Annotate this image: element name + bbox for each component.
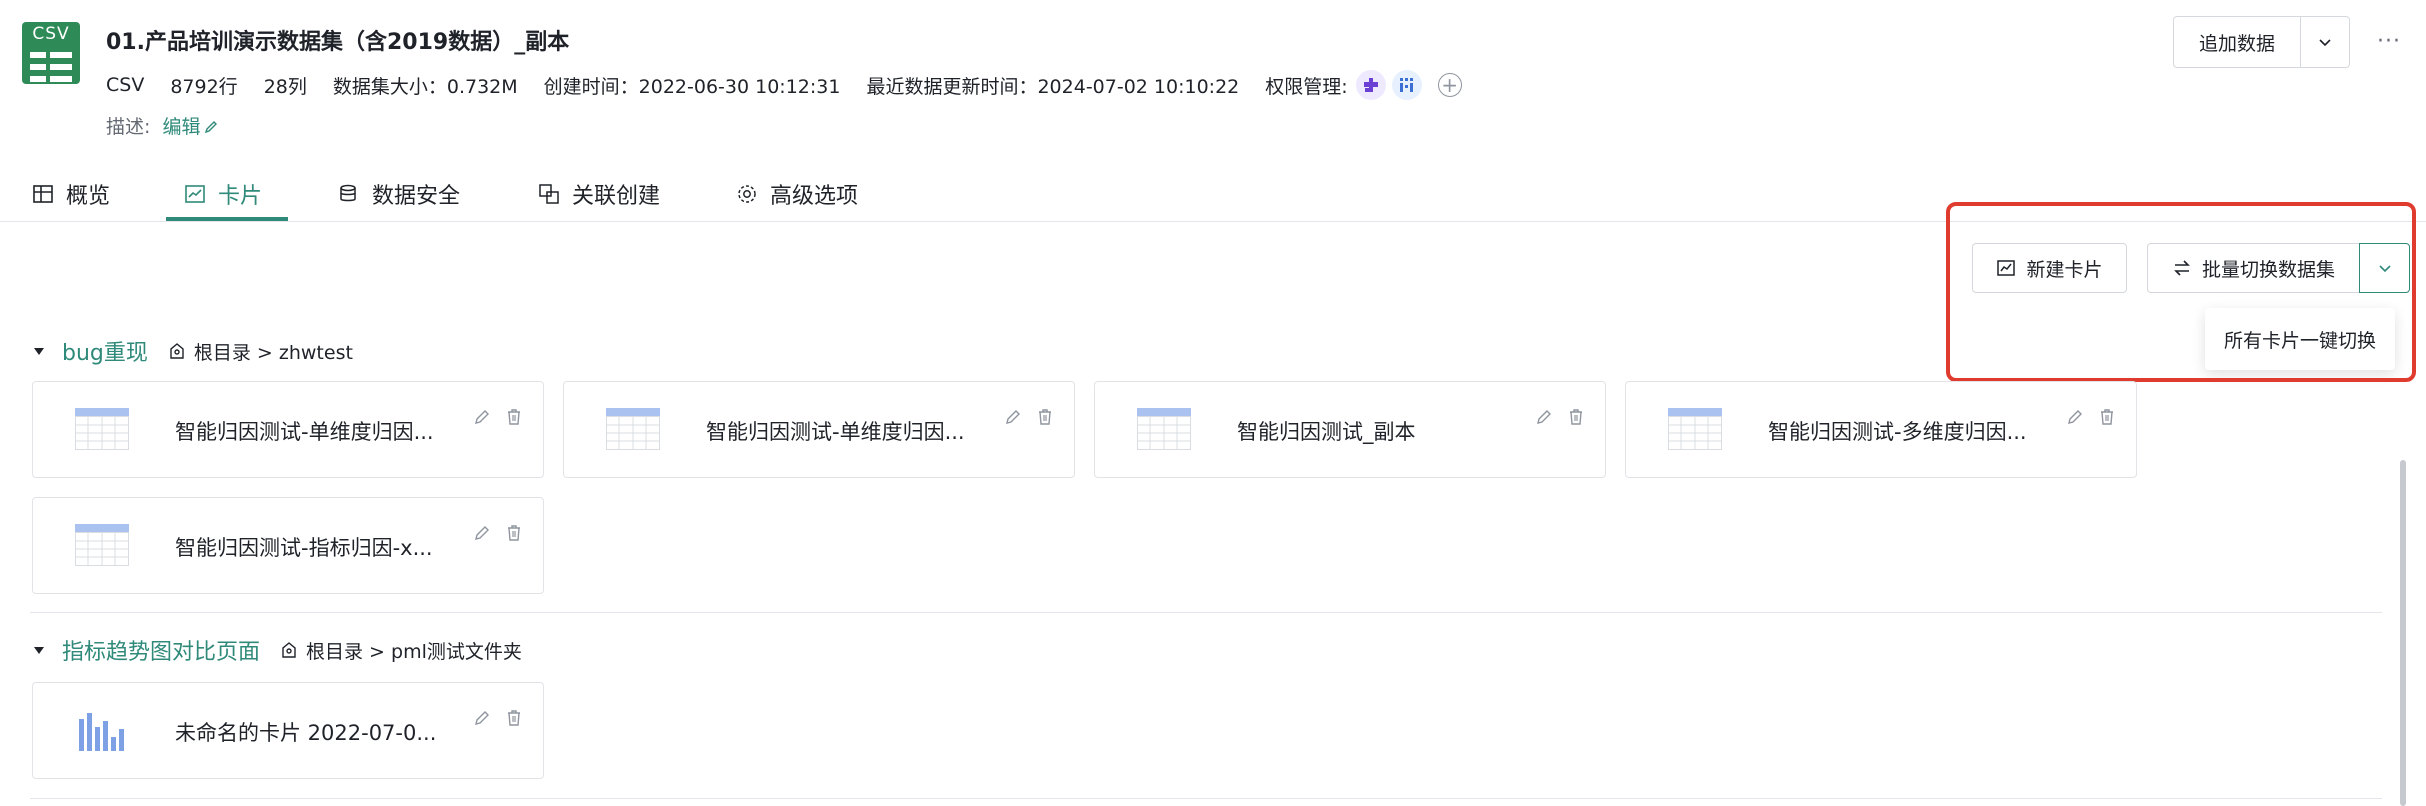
trash-icon[interactable] bbox=[1036, 408, 1054, 426]
append-data-dropdown-button[interactable] bbox=[2300, 16, 2350, 68]
table-icon bbox=[33, 185, 53, 203]
table-thumbnail-icon bbox=[1668, 408, 1722, 450]
card-name: 智能归因测试_副本 bbox=[1237, 420, 1416, 444]
add-permission-icon[interactable]: + bbox=[1437, 73, 1462, 97]
folder-icon bbox=[282, 642, 296, 658]
folder-icon bbox=[170, 343, 184, 359]
group-name[interactable]: bug重现 bbox=[62, 335, 148, 367]
link-icon bbox=[539, 184, 559, 204]
trash-icon[interactable] bbox=[505, 524, 523, 542]
card-item[interactable]: 智能归因测试-单维度归因... bbox=[563, 381, 1075, 478]
chevron-down-icon bbox=[2319, 39, 2331, 47]
permission-label: 权限管理: bbox=[1265, 75, 1348, 98]
group-path: 根目录 > pml测试文件夹 bbox=[280, 637, 522, 664]
edit-icon[interactable] bbox=[1004, 408, 1022, 426]
card-name: 智能归因测试-单维度归因... bbox=[175, 420, 434, 444]
group-divider bbox=[30, 612, 2382, 613]
trash-icon[interactable] bbox=[2098, 408, 2116, 426]
description-edit-link[interactable]: 编辑 bbox=[162, 116, 219, 138]
dataset-meta: CSV 8792行 28列 数据集大小：0.732M 创建时间：2022-06-… bbox=[106, 70, 1462, 100]
table-thumbnail-icon bbox=[75, 408, 129, 450]
tab-advanced[interactable]: 高级选项 bbox=[736, 166, 858, 222]
dataset-updated: 最近数据更新时间：2024-07-02 10:10:22 bbox=[866, 75, 1240, 98]
table-thumbnail-icon bbox=[1137, 408, 1191, 450]
card-item[interactable]: 智能归因测试-多维度归因... bbox=[1625, 381, 2137, 478]
more-options-button[interactable]: ··· bbox=[2374, 26, 2404, 56]
card-name: 未命名的卡片 2022-07-0... bbox=[175, 721, 437, 745]
permission-app-icon-2[interactable] bbox=[1391, 70, 1422, 100]
edit-icon[interactable] bbox=[473, 709, 491, 727]
vertical-scrollbar[interactable] bbox=[2400, 460, 2406, 806]
csv-file-icon: CSV bbox=[22, 22, 80, 84]
active-tab-indicator bbox=[166, 217, 288, 221]
pencil-icon bbox=[205, 121, 218, 134]
card-name: 智能归因测试-单维度归因... bbox=[706, 420, 965, 444]
description-row: 描述: 编辑 bbox=[106, 112, 219, 139]
tab-linked-create[interactable]: 关联创建 bbox=[538, 166, 660, 222]
edit-icon[interactable] bbox=[1535, 408, 1553, 426]
permission-app-icon-1[interactable] bbox=[1355, 70, 1386, 100]
group-divider bbox=[30, 798, 2382, 799]
card-item[interactable]: 智能归因测试-指标归因-x... bbox=[32, 497, 544, 594]
dataset-type: CSV bbox=[106, 74, 145, 96]
table-thumbnail-icon bbox=[75, 524, 129, 566]
dataset-rows: 8792行 bbox=[170, 75, 238, 98]
card-name: 智能归因测试-指标归因-x... bbox=[175, 536, 433, 560]
card-item[interactable]: 智能归因测试-单维度归因... bbox=[32, 381, 544, 478]
database-shield-icon bbox=[340, 184, 356, 202]
tab-data-security[interactable]: 数据安全 bbox=[338, 166, 460, 222]
edit-icon[interactable] bbox=[473, 408, 491, 426]
edit-icon[interactable] bbox=[473, 524, 491, 542]
dataset-cols: 28列 bbox=[263, 75, 307, 98]
dataset-created: 创建时间：2022-06-30 10:12:31 bbox=[543, 75, 841, 98]
caret-down-icon[interactable] bbox=[34, 347, 44, 355]
group-header[interactable]: 指标趋势图对比页面 根目录 > pml测试文件夹 bbox=[34, 634, 522, 666]
group-name[interactable]: 指标趋势图对比页面 bbox=[62, 634, 260, 666]
dataset-size: 数据集大小：0.732M bbox=[332, 75, 518, 98]
tab-overview[interactable]: 概览 bbox=[32, 166, 110, 222]
trash-icon[interactable] bbox=[505, 709, 523, 727]
highlight-box bbox=[1946, 202, 2416, 382]
gear-icon bbox=[738, 185, 756, 203]
dataset-title: 01.产品培训演示数据集（含2019数据）_副本 bbox=[106, 30, 570, 55]
chart-icon bbox=[185, 185, 205, 203]
card-item[interactable]: 未命名的卡片 2022-07-0... bbox=[32, 682, 544, 779]
group-path: 根目录 > zhwtest bbox=[168, 338, 353, 365]
description-label: 描述: bbox=[106, 116, 151, 138]
group-header[interactable]: bug重现 根目录 > zhwtest bbox=[34, 335, 353, 367]
trash-icon[interactable] bbox=[505, 408, 523, 426]
card-name: 智能归因测试-多维度归因... bbox=[1768, 420, 2027, 444]
trash-icon[interactable] bbox=[1567, 408, 1585, 426]
table-thumbnail-icon bbox=[606, 408, 660, 450]
append-data-button[interactable]: 追加数据 bbox=[2173, 16, 2301, 68]
card-item[interactable]: 智能归因测试_副本 bbox=[1094, 381, 1606, 478]
edit-icon[interactable] bbox=[2066, 408, 2084, 426]
bar-chart-thumbnail-icon bbox=[79, 713, 124, 751]
caret-down-icon[interactable] bbox=[34, 646, 44, 654]
csv-logo-text: CSV bbox=[32, 24, 70, 44]
tab-cards[interactable]: 卡片 bbox=[184, 166, 262, 222]
